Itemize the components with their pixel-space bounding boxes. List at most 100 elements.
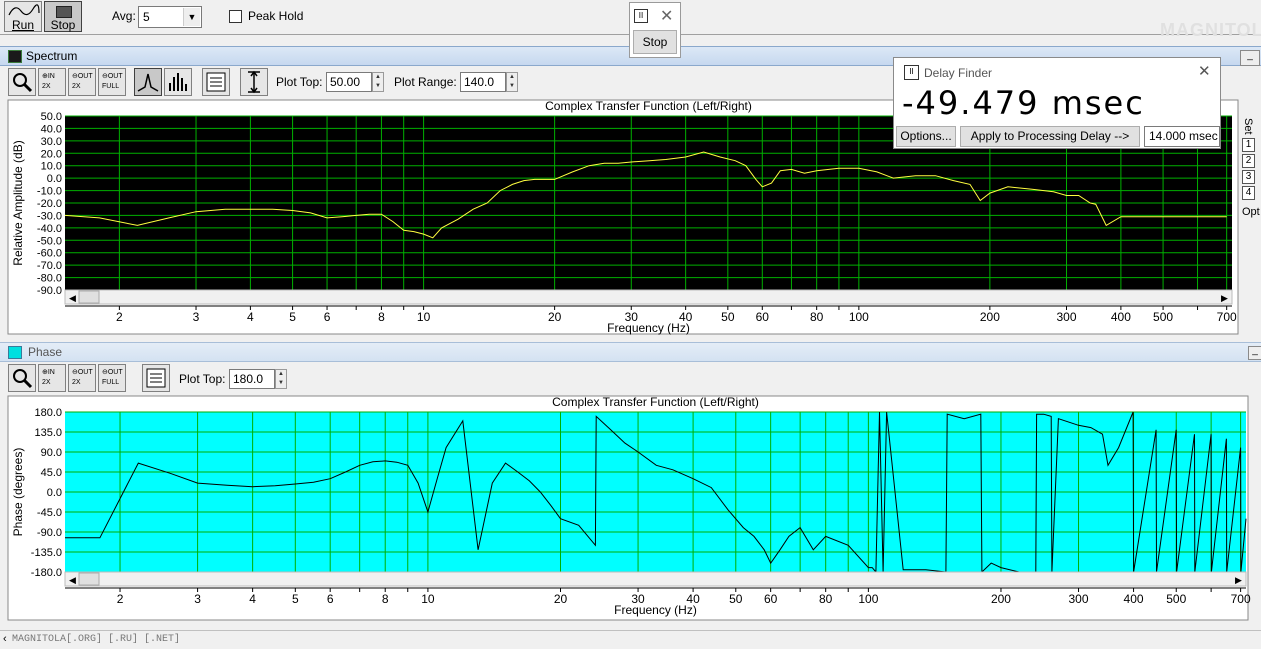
phase-zoom-out-2x-button[interactable]: ⊖OUT 2X [68,364,96,392]
line-plot-button[interactable] [134,68,162,96]
phase-zoom-button[interactable] [8,364,36,392]
run-button[interactable]: Run [4,1,42,32]
set-button-3[interactable]: 3 [1242,170,1255,184]
y-tick-label: 180.0 [34,407,62,419]
y-tick-label: -50.0 [37,235,62,247]
status-bar: ‹ MAGNITOLA[.ORG] [.RU] [.NET] [0,630,1261,649]
plot-range-spinner[interactable]: ▲ ▼ [506,72,518,92]
horizontal-scrollbar [64,289,1233,305]
x-tick-label: 700 [1231,592,1251,606]
list-settings-icon [146,368,166,388]
phase-settings-list-button[interactable] [142,364,170,392]
scroll-left-icon: ◀ [69,576,76,586]
y-tick-label: 10.0 [41,161,62,173]
zoom-in-2x-button[interactable]: ⊕IN 2X [38,68,66,96]
x-tick-label: 60 [756,310,770,324]
spectrum-plot-top-label: Plot Top: [276,75,323,89]
x-tick-label: 6 [327,592,334,606]
set-button-4-label: 4 [1245,187,1252,198]
phase-minimize-button[interactable]: _ [1248,346,1261,360]
y-tick-label: -135.0 [31,547,62,559]
status-text: MAGNITOLA[.ORG] [.RU] [.NET] [12,634,181,645]
y-tick-label: 45.0 [41,467,62,479]
bar-plot-button[interactable] [164,68,192,96]
spectrum-minimize-button[interactable]: _ [1240,50,1260,66]
scroll-left-icon[interactable]: ‹ [3,633,7,645]
x-tick-label: 80 [819,592,833,606]
x-tick-label: 6 [324,310,331,324]
set-button-4[interactable]: 4 [1242,186,1255,200]
y-tick-label: -40.0 [37,223,62,235]
close-icon[interactable]: ✕ [660,6,673,26]
x-tick-label: 200 [991,592,1011,606]
x-tick-label: 3 [193,310,200,324]
chart-title: Complex Transfer Function (Left/Right) [552,395,759,409]
zoom-out-full-button[interactable]: ⊖OUT FULL [98,68,126,96]
delay-finder-dialog: II Delay Finder ✕ -49.479 msec Options..… [893,57,1221,149]
set-label: Set [1242,118,1254,135]
phase-zoom-out-full-button[interactable]: ⊖OUT FULL [98,364,126,392]
set-button-1[interactable]: 1 [1242,138,1255,152]
vertical-scale-button[interactable] [240,68,268,96]
zoom-button[interactable] [8,68,36,96]
phase-zoom-in-2x-button[interactable]: ⊕IN 2X [38,364,66,392]
x-tick-label: 8 [378,310,385,324]
peak-hold-label: Peak Hold [248,9,304,23]
x-tick-label: 500 [1153,310,1173,324]
avg-label: Avg: [112,9,136,23]
phase-plot-top-input[interactable]: 180.0 [229,369,275,389]
y-tick-label: 0.0 [47,487,62,499]
phase-plot-top-spinner[interactable]: ▲ ▼ [275,369,287,389]
spectrum-plot-top-input[interactable]: 50.00 [326,72,372,92]
zoom-out-2x-button[interactable]: ⊖OUT 2X [68,68,96,96]
settings-list-button[interactable] [202,68,230,96]
y-tick-label: -60.0 [37,248,62,260]
pause-icon: II [904,65,919,80]
stop-button[interactable]: Stop [44,1,82,32]
peak-hold-checkbox[interactable] [229,10,242,23]
x-tick-label: 10 [417,310,431,324]
x-tick-label: 100 [858,592,878,606]
magnifier-icon [13,369,33,389]
y-tick-label: -70.0 [37,260,62,272]
plot-range-input[interactable]: 140.0 [460,72,506,92]
run-label: Run [11,18,34,32]
watermark-text: MAGNITOLA [1160,20,1261,40]
y-axis-label: Relative Amplitude (dB) [11,140,25,265]
zoom-out-icon: ⊖OUT 2X [72,73,93,90]
set-button-1-label: 1 [1245,139,1252,150]
list-settings-icon [206,72,226,92]
x-tick-label: 50 [721,310,735,324]
zoom-full-icon: ⊖OUT FULL [102,73,123,90]
x-tick-label: 100 [849,310,869,324]
apply-processing-delay-button[interactable]: Apply to Processing Delay --> [960,126,1140,147]
delay-finder-title: Delay Finder [924,66,993,80]
y-tick-label: -180.0 [31,567,62,579]
scroll-left-icon: ◀ [69,294,76,304]
spectrum-toolbar: ⊕IN 2X ⊖OUT 2X ⊖OUT FULL Plot Top: 50.00 ▲ ▼… [0,66,900,98]
pause-icon: II [634,9,648,23]
x-tick-label: 300 [1069,592,1089,606]
scrollbar-thumb [78,572,100,586]
x-tick-label: 5 [289,310,296,324]
close-icon[interactable]: ✕ [1198,62,1211,80]
x-tick-label: 400 [1124,592,1144,606]
apply-processing-delay-label: Apply to Processing Delay --> [970,129,1130,143]
x-tick-label: 20 [548,310,562,324]
popup-stop-button[interactable]: Stop [633,30,677,54]
zoom-full-icon: ⊖OUT FULL [102,369,123,386]
y-tick-label: -90.0 [37,285,62,297]
set-button-2[interactable]: 2 [1242,154,1255,168]
delay-options-button[interactable]: Options... [896,126,956,147]
x-tick-label: 4 [247,310,254,324]
spectrum-plot-top-spinner[interactable]: ▲ ▼ [372,72,384,92]
avg-select[interactable]: 5 ▼ [138,6,202,28]
x-tick-label: 200 [980,310,1000,324]
y-tick-label: -90.0 [37,527,62,539]
vertical-scale-icon [248,70,260,94]
processing-delay-field[interactable]: 14.000 msec [1144,126,1220,147]
chevron-down-icon: ▼ [183,8,200,26]
sine-wave-icon [8,4,40,16]
x-tick-label: 50 [729,592,743,606]
phase-chart: Complex Transfer Function (Left/Right) 18… [7,395,1251,621]
